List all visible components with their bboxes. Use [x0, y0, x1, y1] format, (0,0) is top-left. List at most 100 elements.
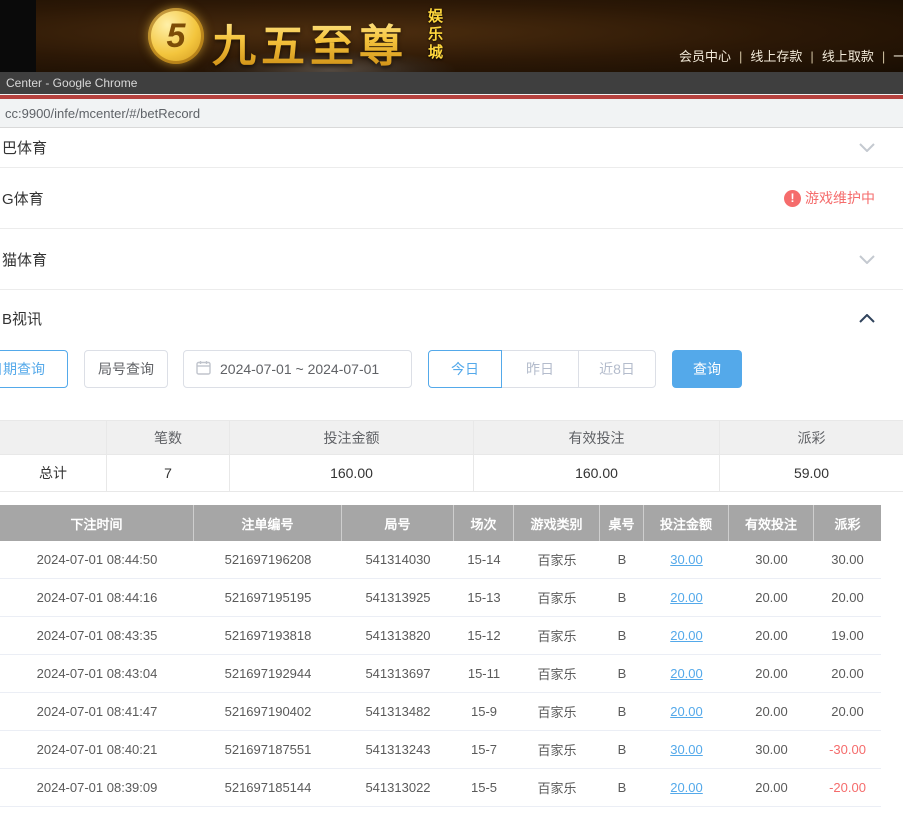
session: 15-5 [454, 769, 514, 806]
round-id: 541313022 [342, 769, 454, 806]
col-payout: 派彩 [814, 505, 881, 541]
nav-divider: | [810, 49, 813, 64]
bet-time: 2024-07-01 08:44:16 [0, 579, 194, 616]
payout-cell: -30.00 [814, 731, 881, 768]
game-type: 百家乐 [514, 769, 600, 806]
casino-logo-title: 九五至尊 [212, 10, 408, 72]
table-code: B [600, 579, 644, 616]
payout-cell: 20.00 [814, 579, 881, 616]
valid-bet: 30.00 [729, 541, 814, 578]
round-id: 541313697 [342, 655, 454, 692]
bet-id: 521697187551 [194, 731, 342, 768]
bet-amount-link[interactable]: 20.00 [670, 666, 703, 681]
round-id: 541313820 [342, 617, 454, 654]
summary-payout-value: 59.00 [720, 455, 903, 492]
table-code: B [600, 541, 644, 578]
bet-time: 2024-07-01 08:39:09 [0, 769, 194, 806]
search-button[interactable]: 查询 [672, 350, 742, 388]
valid-bet: 30.00 [729, 731, 814, 768]
address-bar[interactable]: cc:9900/infe/mcenter/#/betRecord [0, 99, 903, 128]
round-query-button[interactable]: 局号查询 [84, 350, 168, 388]
accordion-label: B视讯 [2, 308, 42, 329]
date-range-input[interactable]: 2024-07-01 ~ 2024-07-01 [183, 350, 412, 388]
window-title: Center - Google Chrome [6, 76, 137, 90]
summary-count-value: 7 [107, 455, 230, 492]
summary-table: 笔数 投注金额 有效投注 派彩 总计 7 160.00 160.00 59.00 [0, 420, 903, 492]
summary-header-valid-bet: 有效投注 [474, 421, 720, 455]
url-text: cc:9900/infe/mcenter/#/betRecord [5, 106, 200, 121]
window-titlebar: Center - Google Chrome [0, 72, 903, 94]
quick-range-group: 今日 昨日 近8日 [428, 350, 656, 388]
round-id: 541313925 [342, 579, 454, 616]
summary-total-label: 总计 [0, 455, 107, 492]
game-type: 百家乐 [514, 731, 600, 768]
table-row: 2024-07-01 08:43:35 521697193818 5413138… [0, 617, 881, 655]
accordion-label: 猫体育 [2, 249, 47, 270]
bet-record-table: 下注时间 注单编号 局号 场次 游戏类别 桌号 投注金额 有效投注 派彩 202… [0, 505, 881, 807]
bet-amount-link[interactable]: 20.00 [670, 780, 703, 795]
casino-logo-subtitle: 娱乐城 [424, 8, 445, 62]
recent8-button[interactable]: 近8日 [578, 350, 656, 388]
table-row: 2024-07-01 08:44:50 521697196208 5413140… [0, 541, 881, 579]
accordion-item-sport-1[interactable]: 巴体育 [0, 128, 903, 168]
date-query-button[interactable]: 日期查询 [0, 350, 68, 388]
round-id: 541313482 [342, 693, 454, 730]
accordion-item-sport-2[interactable]: G体育 ! 游戏维护中 [0, 168, 903, 229]
table-row: 2024-07-01 08:43:04 521697192944 5413136… [0, 655, 881, 693]
bet-id: 521697185144 [194, 769, 342, 806]
date-range-value: 2024-07-01 ~ 2024-07-01 [220, 361, 379, 377]
chevron-down-icon [859, 139, 875, 156]
bet-id: 521697195195 [194, 579, 342, 616]
nav-member-center[interactable]: 会员中心 [679, 49, 731, 64]
today-button[interactable]: 今日 [428, 350, 502, 388]
col-session: 场次 [454, 505, 514, 541]
accordion-label: G体育 [2, 188, 44, 209]
col-bet-amount: 投注金额 [644, 505, 729, 541]
banner-nav: 会员中心 | 线上存款 | 线上取款 | 一键 [679, 46, 903, 65]
payout-cell: 30.00 [814, 541, 881, 578]
valid-bet: 20.00 [729, 617, 814, 654]
bet-amount-link[interactable]: 30.00 [670, 742, 703, 757]
nav-online-withdraw[interactable]: 线上取款 [822, 49, 874, 64]
accordion-item-sport-3[interactable]: 猫体育 [0, 229, 903, 290]
nav-online-deposit[interactable]: 线上存款 [750, 49, 802, 64]
accordion-label: 巴体育 [2, 137, 47, 158]
session: 15-7 [454, 731, 514, 768]
payout-cell: 20.00 [814, 655, 881, 692]
session: 15-14 [454, 541, 514, 578]
payout-cell: -20.00 [814, 769, 881, 806]
col-bet-time: 下注时间 [0, 505, 194, 541]
yesterday-button[interactable]: 昨日 [501, 350, 579, 388]
nav-one-key[interactable]: 一键 [893, 49, 903, 64]
accordion-item-video[interactable]: B视讯 [0, 290, 903, 346]
maintenance-notice: ! 游戏维护中 [784, 188, 875, 208]
bet-time: 2024-07-01 08:43:35 [0, 617, 194, 654]
calendar-icon [196, 360, 211, 378]
valid-bet: 20.00 [729, 693, 814, 730]
maintenance-text: 游戏维护中 [805, 188, 875, 208]
bet-amount-link[interactable]: 20.00 [670, 628, 703, 643]
nav-divider: | [882, 49, 885, 64]
game-type: 百家乐 [514, 693, 600, 730]
bet-amount-link[interactable]: 20.00 [670, 704, 703, 719]
valid-bet: 20.00 [729, 655, 814, 692]
nav-divider: | [739, 49, 742, 64]
valid-bet: 20.00 [729, 579, 814, 616]
col-round-id: 局号 [342, 505, 454, 541]
bet-time: 2024-07-01 08:40:21 [0, 731, 194, 768]
game-type: 百家乐 [514, 579, 600, 616]
bet-id: 521697190402 [194, 693, 342, 730]
game-type: 百家乐 [514, 617, 600, 654]
bet-table-header: 下注时间 注单编号 局号 场次 游戏类别 桌号 投注金额 有效投注 派彩 [0, 505, 881, 541]
page-content: 巴体育 G体育 ! 游戏维护中 猫体育 B视讯 日期查询 局号查询 2024-0… [0, 128, 903, 807]
bet-amount-link[interactable]: 20.00 [670, 590, 703, 605]
bet-amount-link[interactable]: 30.00 [670, 552, 703, 567]
payout-cell: 19.00 [814, 617, 881, 654]
summary-header-empty [0, 421, 107, 455]
screen-corner-block [0, 0, 36, 72]
summary-header-payout: 派彩 [720, 421, 903, 455]
game-type: 百家乐 [514, 541, 600, 578]
table-row: 2024-07-01 08:44:16 521697195195 5413139… [0, 579, 881, 617]
bet-time: 2024-07-01 08:43:04 [0, 655, 194, 692]
col-bet-id: 注单编号 [194, 505, 342, 541]
